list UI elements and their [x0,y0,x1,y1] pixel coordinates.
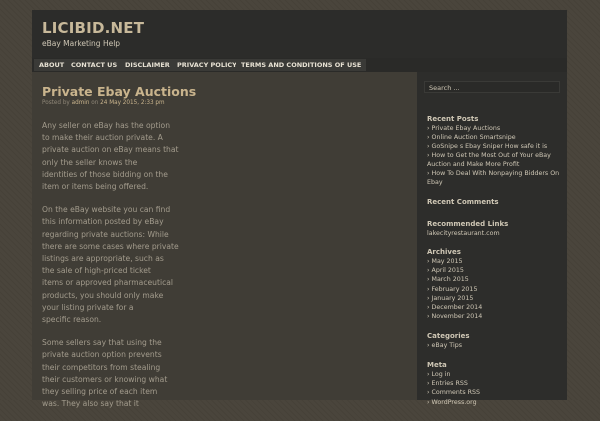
post-meta: Posted by admin on 24 May 2015, 2:33 pm [42,100,165,106]
post-text-line: specific reason. [42,315,102,325]
post-paragraph: Some sellers say that using the private a… [42,337,192,410]
recent-post-link[interactable]: › GoSnipe s Ebay Sniper How safe it is [427,143,547,150]
site-header: LICIBID.NET eBay Marketing Help [32,10,567,59]
recent-post-link[interactable]: › How To Deal With Nonpaying Bidders On [427,170,559,177]
post-text-line: items or approved pharmaceutical [42,278,174,288]
nav-item-terms[interactable]: TERMS AND CONDITIONS OF USE [236,59,367,71]
post-title[interactable]: Private Ebay Auctions [42,84,196,99]
post-text-line: private auction on eBay means that [42,145,179,155]
post-text-line: regarding private auctions: While [42,229,169,239]
category-link[interactable]: › eBay Tips [427,342,462,349]
meta-prefix: Posted by [42,100,70,106]
recommended-link[interactable]: lakecityrestaurant.com [427,230,500,237]
post-paragraph: On the eBay website you can find this inf… [42,204,192,326]
post-text-line: their customers or knowing what [42,374,168,384]
recent-posts-title: Recent Posts [427,115,479,123]
meta-link[interactable]: › Entries RSS [427,380,468,387]
post-text-line: only the seller knows the [42,157,138,167]
post-text-line: to make their auction private. A [42,133,163,143]
post-date-link[interactable]: 24 May 2015, 2:33 pm [100,100,164,106]
archive-link[interactable]: › February 2015 [427,286,477,293]
recent-post-link[interactable]: Auction and Make More Profit [427,161,519,168]
post-text-line: listings are appropriate, such as [42,254,164,264]
post-text-line: your listing private for a [42,302,134,312]
site-description: eBay Marketing Help [42,39,121,48]
main-nav: ABOUT CONTACT US DISCLAIMER PRIVACY POLI… [32,58,567,72]
archive-link[interactable]: › March 2015 [427,276,469,283]
post-author-link[interactable]: admin [72,100,90,106]
post-text-line: On the eBay website you can find [42,205,171,215]
archive-link[interactable]: › November 2014 [427,313,482,320]
categories-title: Categories [427,332,470,340]
post-text-line: private auction option prevents [42,350,162,360]
post-text-line: identities of those bidding on the [42,169,168,179]
post-text-line: products, you should only make [42,290,164,300]
archive-link[interactable]: › December 2014 [427,304,482,311]
meta-on: on [91,100,99,106]
post-text-line: was. They also say that it [42,399,139,409]
archive-link[interactable]: › January 2015 [427,295,473,302]
post-text-line: Any seller on eBay has the option [42,121,171,130]
nav-item-disclaimer[interactable]: DISCLAIMER [120,59,175,71]
post-text-line: item or items being offered. [42,182,149,192]
page-wrapper: LICIBID.NET eBay Marketing Help ABOUT CO… [32,10,567,408]
recent-post-link[interactable]: › How to Get the Most Out of Your eBay [427,152,551,159]
post-body: Any seller on eBay has the option to make… [42,120,192,421]
post-text-line: they selling price of each item [42,387,158,397]
nav-item-contact-us[interactable]: CONTACT US [66,59,123,71]
search-input[interactable]: Search ... [424,81,560,93]
nav-item-privacy-policy[interactable]: PRIVACY POLICY [172,59,242,71]
post-text-line: there are some cases where private [42,241,179,251]
meta-title: Meta [427,361,447,369]
archive-link[interactable]: › May 2015 [427,258,463,265]
recent-post-link[interactable]: › Private Ebay Auctions [427,125,500,132]
site-title[interactable]: LICIBID.NET [42,19,144,37]
recent-post-link[interactable]: › Online Auction Smartsnipe [427,134,516,141]
meta-link[interactable]: › Comments RSS [427,389,480,396]
recent-post-link[interactable]: Ebay [427,179,443,186]
post-text-line: this information posted by eBay [42,217,164,227]
archives-title: Archives [427,248,461,256]
post-text-line: their competitors from stealing [42,362,161,372]
meta-link[interactable]: › Log in [427,371,451,378]
archive-link[interactable]: › April 2015 [427,267,464,274]
post-text-line: the sale of high-priced ticket [42,266,151,276]
sidebar: Search ... Recent Posts › Private Ebay A… [417,72,567,406]
recent-comments-title: Recent Comments [427,198,499,206]
nav-item-about[interactable]: ABOUT [34,59,70,71]
main-content: Private Ebay Auctions Posted by admin on… [32,72,417,408]
post-text-line: Some sellers say that using the [42,338,162,348]
post-paragraph: Any seller on eBay has the option to make… [42,120,192,193]
recommended-links-title: Recommended Links [427,220,509,228]
